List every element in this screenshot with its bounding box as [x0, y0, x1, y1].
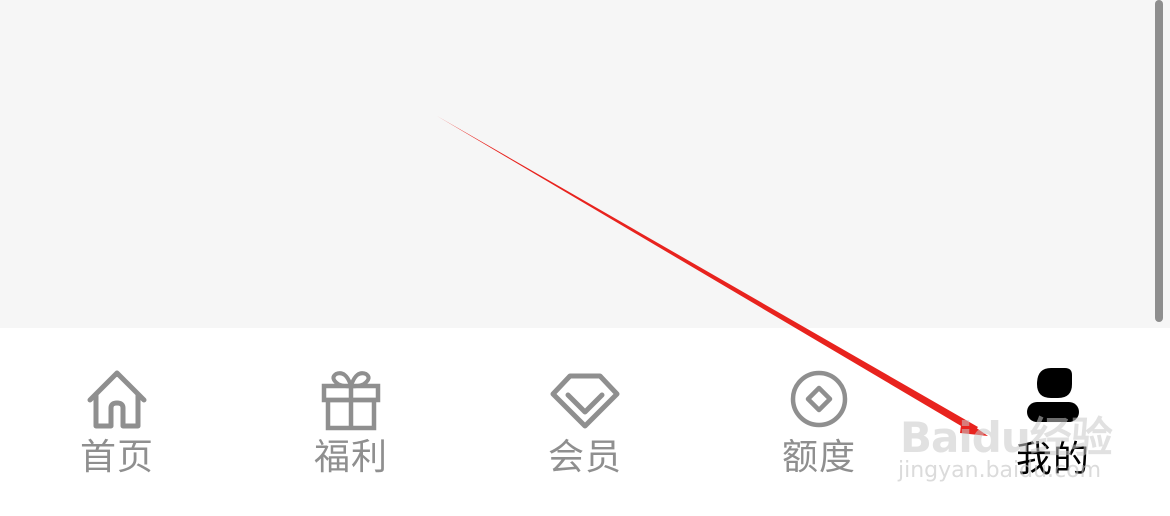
content-area: [0, 0, 1170, 328]
tab-home[interactable]: 首页: [0, 328, 234, 516]
tab-welfare[interactable]: 福利: [234, 328, 468, 516]
gift-icon: [316, 366, 386, 432]
tab-quota-label: 额度: [781, 437, 856, 478]
bottom-tab-bar: 首页 福利 会员 额度 我的: [0, 328, 1170, 516]
tab-quota[interactable]: 额度: [702, 328, 936, 516]
scrollbar[interactable]: [1155, 0, 1163, 322]
tab-mine[interactable]: 我的: [936, 328, 1170, 516]
coin-icon: [784, 366, 854, 432]
tab-member[interactable]: 会员: [468, 328, 702, 516]
tab-mine-label: 我的: [1015, 439, 1090, 480]
home-icon: [82, 366, 152, 432]
user-icon: [1018, 366, 1088, 432]
tab-welfare-label: 福利: [313, 437, 388, 478]
diamond-icon: [550, 366, 620, 432]
tab-member-label: 会员: [547, 437, 622, 478]
tab-home-label: 首页: [79, 437, 154, 478]
